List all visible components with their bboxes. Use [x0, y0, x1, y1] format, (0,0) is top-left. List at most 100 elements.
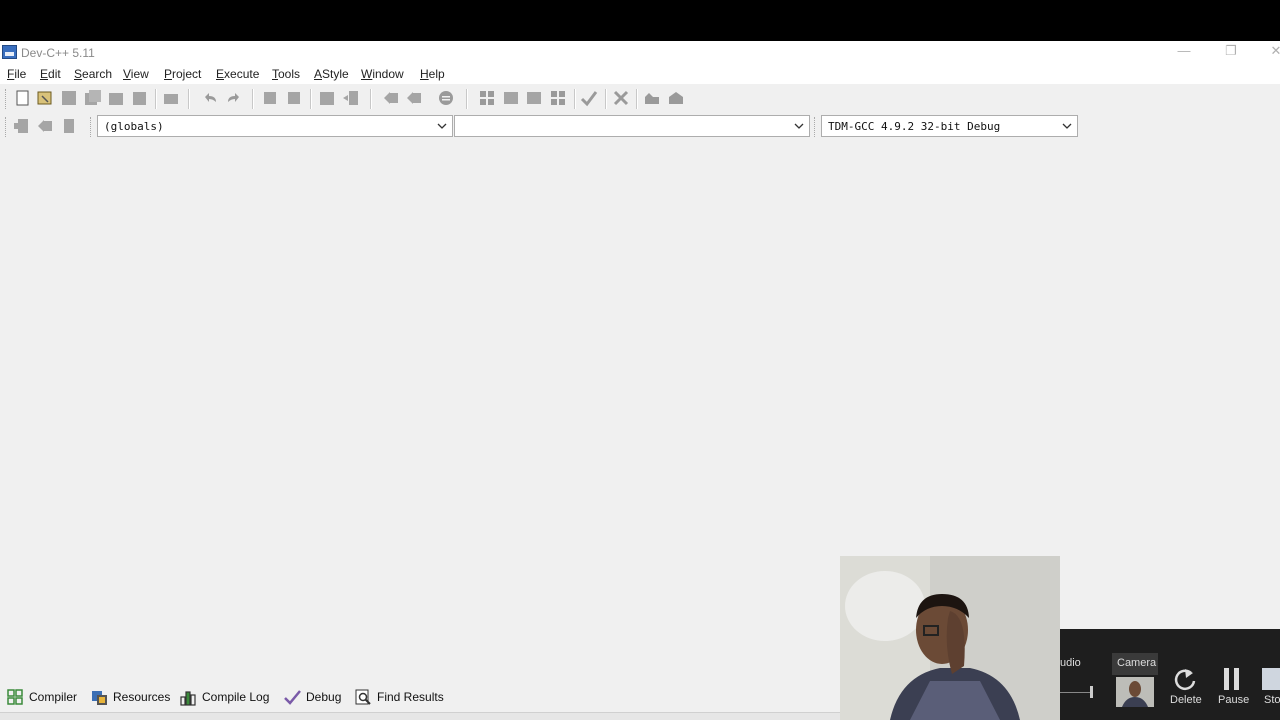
pause-label[interactable]: Pause: [1218, 694, 1249, 706]
toolbar-separator: [310, 89, 312, 109]
menu-help[interactable]: Help: [420, 67, 445, 81]
goto-line-icon[interactable]: [342, 89, 360, 107]
print-icon[interactable]: [162, 89, 180, 107]
toolbar-grip: [90, 117, 93, 137]
restore-button[interactable]: ❐: [1221, 43, 1241, 59]
refresh-icon[interactable]: [1171, 667, 1199, 693]
secondary-toolbar: (globals) TDM-GCC 4.9.2 32-bit Debug: [0, 114, 1090, 140]
status-bar: [0, 712, 840, 720]
undo-icon[interactable]: [201, 89, 219, 107]
camera-thumbnail[interactable]: [1116, 677, 1154, 707]
menu-view[interactable]: View: [123, 67, 149, 81]
window-title: Dev-C++ 5.11: [21, 46, 95, 60]
toolbar-separator: [252, 89, 254, 109]
grid-icon: [7, 688, 23, 705]
toolbar-separator: [370, 89, 372, 109]
toolbar-separator: [636, 89, 638, 109]
pause-icon-bar-right[interactable]: [1234, 668, 1239, 690]
toolbar-separator: [574, 89, 576, 109]
tab-debug[interactable]: Debug: [284, 688, 341, 706]
camera-label: Camera: [1117, 657, 1157, 669]
audio-level-track[interactable]: [1060, 692, 1092, 693]
audio-label: udio: [1060, 657, 1081, 669]
scope-combo-value: (globals): [104, 120, 164, 133]
compiler-combo[interactable]: TDM-GCC 4.9.2 32-bit Debug: [821, 115, 1078, 137]
title-bar: Dev-C++ 5.11 — ❐ ✕: [0, 41, 1280, 64]
add-to-project-icon[interactable]: [382, 89, 400, 107]
tab-resources-label: Resources: [113, 690, 171, 704]
toolbar-separator: [155, 89, 157, 109]
minimize-button[interactable]: —: [1174, 43, 1194, 58]
chevron-down-icon: [437, 123, 447, 129]
compile-run-icon[interactable]: [525, 89, 543, 107]
menu-file[interactable]: File: [7, 67, 26, 81]
menu-project[interactable]: Project: [164, 67, 201, 81]
delete-label[interactable]: Delete: [1170, 694, 1202, 706]
menu-tools[interactable]: Tools: [272, 67, 300, 81]
webcam-overlay: [840, 556, 1060, 720]
toolbar-separator: [466, 89, 468, 109]
toolbar-separator: [188, 89, 190, 109]
members-combo[interactable]: [454, 115, 810, 137]
redo-icon[interactable]: [225, 89, 243, 107]
stop-label[interactable]: Sto: [1264, 694, 1280, 706]
menu-astyle[interactable]: AStyle: [314, 67, 349, 81]
camera-tab[interactable]: Camera: [1112, 653, 1158, 675]
tab-resources[interactable]: Resources: [91, 688, 170, 706]
save-all-icon[interactable]: [84, 89, 102, 107]
chevron-down-icon: [794, 123, 804, 129]
syntax-check-icon[interactable]: [580, 89, 598, 107]
scope-combo[interactable]: (globals): [97, 115, 453, 137]
stop-execution-icon[interactable]: [612, 89, 630, 107]
audio-level-handle[interactable]: [1090, 686, 1093, 698]
compiler-combo-value: TDM-GCC 4.9.2 32-bit Debug: [828, 120, 1001, 133]
main-toolbar: [0, 86, 700, 112]
compile-icon[interactable]: [478, 89, 496, 107]
tab-compiler-label: Compiler: [29, 690, 78, 704]
open-file-icon[interactable]: [36, 89, 54, 107]
menu-execute[interactable]: Execute: [216, 67, 259, 81]
webcam-person-image: [840, 556, 1060, 720]
tab-compile-log-label: Compile Log: [202, 690, 270, 704]
menu-edit[interactable]: Edit: [40, 67, 61, 81]
tab-find-results[interactable]: Find Results: [355, 688, 444, 706]
screen-top-black-bar: [0, 0, 1280, 41]
find-icon[interactable]: [262, 89, 280, 107]
menu-search[interactable]: Search: [74, 67, 112, 81]
stop-icon[interactable]: [1262, 668, 1280, 690]
new-file-icon[interactable]: [14, 89, 32, 107]
run-icon[interactable]: [502, 89, 520, 107]
check-icon: [284, 689, 301, 705]
insert-icon[interactable]: [12, 117, 30, 135]
close-file-icon[interactable]: [107, 89, 125, 107]
close-button[interactable]: ✕: [1266, 43, 1280, 59]
toolbar-grip: [5, 117, 8, 137]
rebuild-all-icon[interactable]: [549, 89, 567, 107]
tab-compiler[interactable]: Compiler: [7, 688, 77, 706]
devcpp-app-icon: [2, 45, 17, 59]
toolbar-separator: [605, 89, 607, 109]
tab-compile-log[interactable]: Compile Log: [180, 688, 269, 706]
save-icon[interactable]: [60, 89, 78, 107]
replace-icon[interactable]: [285, 89, 303, 107]
pause-icon-bar-left[interactable]: [1224, 668, 1229, 690]
screen-recorder-panel: udio Camera Delete Pause Sto: [1060, 629, 1280, 720]
bar-chart-icon: [180, 690, 196, 706]
menu-window[interactable]: Window: [361, 67, 404, 81]
toolbar-grip: [5, 89, 8, 109]
devcpp-window: Dev-C++ 5.11 — ❐ ✕ File Edit Search View…: [0, 41, 1280, 720]
find-icon: [355, 689, 371, 705]
remove-from-project-icon[interactable]: [405, 89, 423, 107]
resources-icon: [92, 690, 107, 705]
delete-profile-icon[interactable]: [667, 89, 685, 107]
toggle-bookmark-icon[interactable]: [36, 117, 54, 135]
tab-debug-label: Debug: [306, 690, 342, 704]
close-all-icon[interactable]: [131, 89, 149, 107]
profile-icon[interactable]: [643, 89, 661, 107]
project-options-icon[interactable]: [437, 89, 455, 107]
find-next-icon[interactable]: [318, 89, 336, 107]
bottom-panel-tabs: Compiler Resources Compile Log Debug Fin…: [0, 685, 840, 707]
goto-bookmark-icon[interactable]: [60, 117, 78, 135]
chevron-down-icon: [1062, 123, 1072, 129]
menu-bar: File Edit Search View Project Execute To…: [0, 64, 1280, 84]
